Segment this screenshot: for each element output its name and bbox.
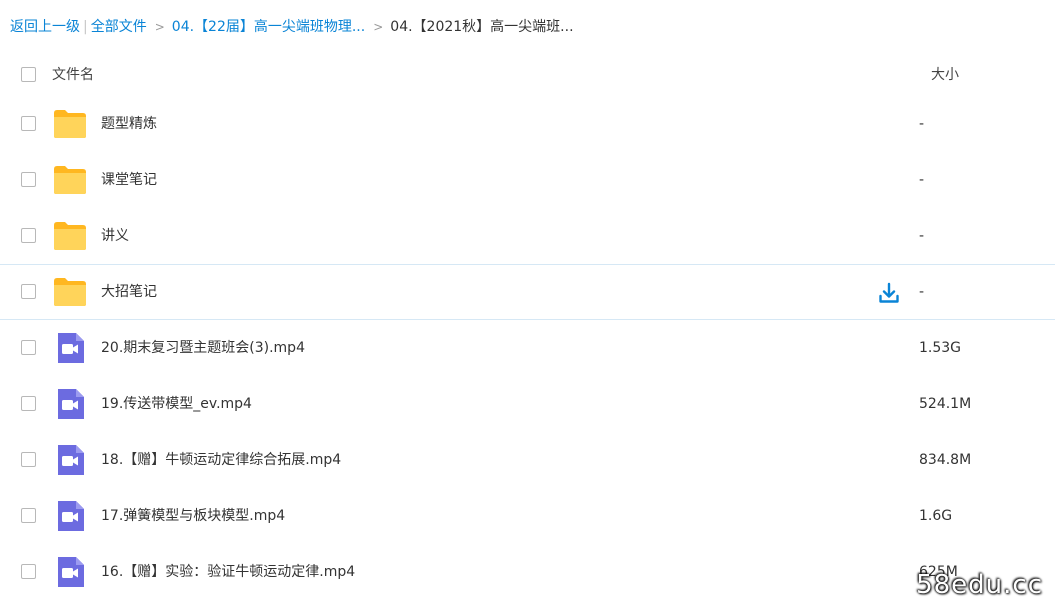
download-icon[interactable]	[878, 282, 900, 304]
breadcrumb: 返回上一级 | 全部文件 >04.【22届】高一尖端班物理... >04.【2021秋】…	[10, 17, 574, 37]
breadcrumb-separator: >	[154, 20, 165, 34]
file-size: 524.1M	[919, 396, 972, 412]
file-row[interactable]: 20.期末复习暨主题班会(3).mp4 1.53G	[0, 320, 1055, 376]
file-name[interactable]: 20.期末复习暨主题班会(3).mp4	[101, 338, 305, 358]
file-row[interactable]: 课堂笔记 -	[0, 152, 1055, 208]
folder-icon	[54, 166, 86, 194]
file-list: 题型精炼 - 课堂笔记 - 讲义 - 大招笔记 - 20.期末复习暨主题班会(3…	[0, 96, 1055, 600]
file-name[interactable]: 题型精炼	[101, 114, 157, 134]
folder-icon	[54, 110, 86, 138]
back-link[interactable]: 返回上一级	[10, 19, 80, 35]
file-size: 834.8M	[919, 452, 972, 468]
row-checkbox[interactable]	[21, 228, 36, 243]
video-file-icon	[58, 501, 84, 531]
file-row[interactable]: 16.【赠】实验：验证牛顿运动定律.mp4 625M	[0, 544, 1055, 600]
file-size: 1.53G	[919, 340, 962, 356]
row-checkbox[interactable]	[21, 116, 36, 131]
file-size: -	[919, 172, 925, 188]
file-name[interactable]: 讲义	[101, 226, 129, 246]
file-name[interactable]: 大招笔记	[101, 282, 157, 302]
breadcrumb-separator: >	[373, 20, 384, 34]
file-name[interactable]: 19.传送带模型_ev.mp4	[101, 394, 252, 414]
column-header-size[interactable]: 大小	[931, 65, 959, 85]
file-row[interactable]: 17.弹簧模型与板块模型.mp4 1.6G	[0, 488, 1055, 544]
file-name[interactable]: 16.【赠】实验：验证牛顿运动定律.mp4	[101, 562, 355, 582]
breadcrumb-divider: |	[83, 19, 88, 35]
breadcrumb-item-parent[interactable]: 04.【22届】高一尖端班物理...	[172, 19, 365, 35]
row-checkbox[interactable]	[21, 564, 36, 579]
all-files-link[interactable]: 全部文件	[91, 19, 147, 35]
video-file-icon	[58, 557, 84, 587]
row-checkbox[interactable]	[21, 340, 36, 355]
file-size: -	[919, 116, 925, 132]
file-row[interactable]: 题型精炼 -	[0, 96, 1055, 152]
row-checkbox[interactable]	[21, 508, 36, 523]
row-checkbox[interactable]	[21, 396, 36, 411]
video-file-icon	[58, 333, 84, 363]
watermark: 58edu.cc	[916, 570, 1043, 600]
folder-icon	[54, 278, 86, 306]
breadcrumb-current: 04.【2021秋】高一尖端班...	[390, 19, 574, 35]
file-row[interactable]: 18.【赠】牛顿运动定律综合拓展.mp4 834.8M	[0, 432, 1055, 488]
row-checkbox[interactable]	[21, 452, 36, 467]
video-file-icon	[58, 445, 84, 475]
row-checkbox[interactable]	[21, 284, 36, 299]
video-file-icon	[58, 389, 84, 419]
file-size: -	[919, 284, 925, 300]
file-size: -	[919, 228, 925, 244]
file-name[interactable]: 17.弹簧模型与板块模型.mp4	[101, 506, 285, 526]
file-size: 1.6G	[919, 508, 953, 524]
file-name[interactable]: 课堂笔记	[101, 170, 157, 190]
column-header-name[interactable]: 文件名	[52, 65, 94, 85]
file-row[interactable]: 19.传送带模型_ev.mp4 524.1M	[0, 376, 1055, 432]
row-checkbox[interactable]	[21, 172, 36, 187]
file-row[interactable]: 讲义 -	[0, 208, 1055, 264]
select-all-checkbox[interactable]	[21, 67, 36, 82]
file-name[interactable]: 18.【赠】牛顿运动定律综合拓展.mp4	[101, 450, 341, 470]
file-list-header: 文件名 大小	[0, 55, 1055, 95]
folder-icon	[54, 222, 86, 250]
file-row-hovered[interactable]: 大招笔记 -	[0, 264, 1055, 320]
